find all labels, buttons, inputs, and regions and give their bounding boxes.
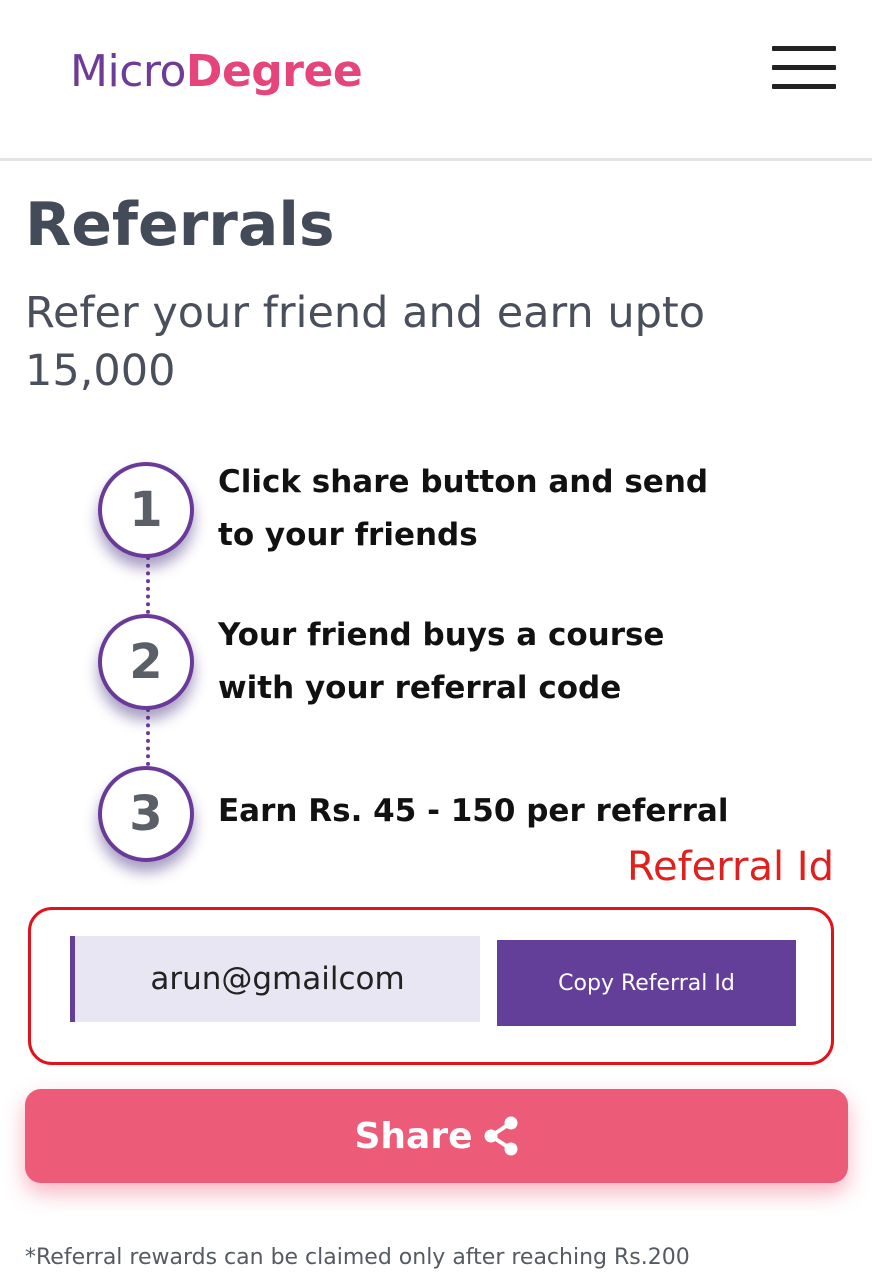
menu-bar	[772, 84, 836, 89]
menu-bar	[772, 65, 836, 70]
menu-bar	[772, 46, 836, 51]
step-number-circle: 2	[98, 614, 194, 710]
step-text: Click share button and send to your frie…	[218, 464, 709, 553]
page-subtitle: Refer your friend and earn upto 15,000	[25, 288, 706, 396]
referral-id-label: Referral Id	[626, 844, 834, 890]
step-connector	[146, 708, 150, 766]
share-button[interactable]: Share	[25, 1089, 848, 1183]
referral-footnote: *Referral rewards can be claimed only af…	[25, 1245, 690, 1270]
step-text: Earn Rs. 45 - 150 per referral	[218, 793, 729, 829]
logo-text-micro: Micro	[70, 46, 186, 97]
step-number-circle: 1	[98, 462, 194, 558]
copy-referral-id-button[interactable]: Copy Referral Id	[497, 940, 796, 1026]
referral-id-field[interactable]	[70, 936, 480, 1022]
step-connector	[146, 556, 150, 614]
share-button-label: Share	[354, 1115, 473, 1157]
microdegree-logo[interactable]: MicroDegree	[70, 44, 363, 100]
hamburger-menu-icon[interactable]	[772, 46, 836, 90]
app-header: MicroDegree	[0, 0, 872, 161]
logo-text-degree: Degree	[185, 46, 363, 97]
page-title: Referrals	[25, 190, 335, 260]
referrals-page: MicroDegree Referrals Refer your friend …	[0, 0, 872, 1280]
step-number-circle: 3	[98, 766, 194, 862]
share-icon	[484, 1116, 518, 1156]
step-text: Your friend buys a course with your refe…	[218, 617, 665, 706]
